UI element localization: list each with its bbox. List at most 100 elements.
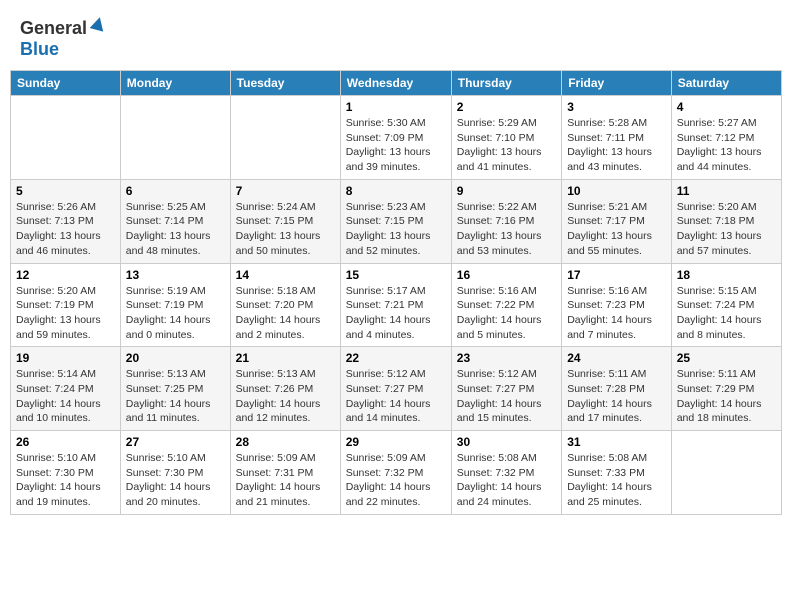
calendar-table: SundayMondayTuesdayWednesdayThursdayFrid…	[10, 70, 782, 515]
page-header: General Blue	[10, 10, 782, 70]
day-info: Sunrise: 5:10 AM Sunset: 7:30 PM Dayligh…	[126, 451, 225, 510]
day-info: Sunrise: 5:24 AM Sunset: 7:15 PM Dayligh…	[236, 200, 335, 259]
day-info: Sunrise: 5:20 AM Sunset: 7:19 PM Dayligh…	[16, 284, 115, 343]
logo-triangle-icon	[90, 16, 106, 37]
day-number: 28	[236, 435, 335, 449]
day-info: Sunrise: 5:22 AM Sunset: 7:16 PM Dayligh…	[457, 200, 556, 259]
day-info: Sunrise: 5:13 AM Sunset: 7:25 PM Dayligh…	[126, 367, 225, 426]
calendar-week-row: 26 Sunrise: 5:10 AM Sunset: 7:30 PM Dayli…	[11, 431, 782, 515]
calendar-cell: 1 Sunrise: 5:30 AM Sunset: 7:09 PM Daylig…	[340, 96, 451, 180]
day-number: 4	[677, 100, 776, 114]
logo-general-text: General	[20, 18, 87, 39]
day-info: Sunrise: 5:08 AM Sunset: 7:32 PM Dayligh…	[457, 451, 556, 510]
calendar-week-row: 5Sunrise: 5:26 AM Sunset: 7:13 PM Daylig…	[11, 179, 782, 263]
calendar-cell: 22 Sunrise: 5:12 AM Sunset: 7:27 PM Dayli…	[340, 347, 451, 431]
day-number: 16	[457, 268, 556, 282]
day-number: 10	[567, 184, 666, 198]
day-info: Sunrise: 5:14 AM Sunset: 7:24 PM Dayligh…	[16, 367, 115, 426]
day-number: 15	[346, 268, 446, 282]
day-number: 27	[126, 435, 225, 449]
day-number: 21	[236, 351, 335, 365]
day-header-wednesday: Wednesday	[340, 71, 451, 96]
day-number: 12	[16, 268, 115, 282]
calendar-cell: 13 Sunrise: 5:19 AM Sunset: 7:19 PM Dayli…	[120, 263, 230, 347]
day-info: Sunrise: 5:20 AM Sunset: 7:18 PM Dayligh…	[677, 200, 776, 259]
calendar-cell: 26 Sunrise: 5:10 AM Sunset: 7:30 PM Dayli…	[11, 431, 121, 515]
calendar-cell: 28 Sunrise: 5:09 AM Sunset: 7:31 PM Dayli…	[230, 431, 340, 515]
calendar-cell: 20 Sunrise: 5:13 AM Sunset: 7:25 PM Dayli…	[120, 347, 230, 431]
day-number: 20	[126, 351, 225, 365]
day-info: Sunrise: 5:09 AM Sunset: 7:31 PM Dayligh…	[236, 451, 335, 510]
calendar-cell: 15 Sunrise: 5:17 AM Sunset: 7:21 PM Dayli…	[340, 263, 451, 347]
calendar-cell: 23 Sunrise: 5:12 AM Sunset: 7:27 PM Dayli…	[451, 347, 561, 431]
day-info: Sunrise: 5:16 AM Sunset: 7:23 PM Dayligh…	[567, 284, 666, 343]
day-info: Sunrise: 5:27 AM Sunset: 7:12 PM Dayligh…	[677, 116, 776, 175]
calendar-cell: 25 Sunrise: 5:11 AM Sunset: 7:29 PM Dayli…	[671, 347, 781, 431]
day-header-thursday: Thursday	[451, 71, 561, 96]
day-header-monday: Monday	[120, 71, 230, 96]
calendar-cell: 14 Sunrise: 5:18 AM Sunset: 7:20 PM Dayli…	[230, 263, 340, 347]
day-info: Sunrise: 5:25 AM Sunset: 7:14 PM Dayligh…	[126, 200, 225, 259]
day-number: 30	[457, 435, 556, 449]
day-header-sunday: Sunday	[11, 71, 121, 96]
day-number: 1	[346, 100, 446, 114]
day-number: 18	[677, 268, 776, 282]
day-header-saturday: Saturday	[671, 71, 781, 96]
calendar-cell	[671, 431, 781, 515]
calendar-cell: 18Sunrise: 5:15 AM Sunset: 7:24 PM Dayli…	[671, 263, 781, 347]
day-number: 17	[567, 268, 666, 282]
calendar-cell: 19 Sunrise: 5:14 AM Sunset: 7:24 PM Dayli…	[11, 347, 121, 431]
day-number: 25	[677, 351, 776, 365]
calendar-cell	[230, 96, 340, 180]
calendar-cell: 31Sunrise: 5:08 AM Sunset: 7:33 PM Dayli…	[562, 431, 672, 515]
day-info: Sunrise: 5:28 AM Sunset: 7:11 PM Dayligh…	[567, 116, 666, 175]
day-header-tuesday: Tuesday	[230, 71, 340, 96]
day-number: 23	[457, 351, 556, 365]
calendar-cell	[11, 96, 121, 180]
calendar-cell: 29 Sunrise: 5:09 AM Sunset: 7:32 PM Dayli…	[340, 431, 451, 515]
day-info: Sunrise: 5:23 AM Sunset: 7:15 PM Dayligh…	[346, 200, 446, 259]
calendar-cell: 12 Sunrise: 5:20 AM Sunset: 7:19 PM Dayli…	[11, 263, 121, 347]
day-number: 13	[126, 268, 225, 282]
calendar-cell: 11 Sunrise: 5:20 AM Sunset: 7:18 PM Dayli…	[671, 179, 781, 263]
day-number: 19	[16, 351, 115, 365]
calendar-cell: 24Sunrise: 5:11 AM Sunset: 7:28 PM Dayli…	[562, 347, 672, 431]
day-number: 2	[457, 100, 556, 114]
day-info: Sunrise: 5:12 AM Sunset: 7:27 PM Dayligh…	[346, 367, 446, 426]
calendar-cell: 17 Sunrise: 5:16 AM Sunset: 7:23 PM Dayli…	[562, 263, 672, 347]
day-info: Sunrise: 5:18 AM Sunset: 7:20 PM Dayligh…	[236, 284, 335, 343]
day-number: 11	[677, 184, 776, 198]
day-header-friday: Friday	[562, 71, 672, 96]
calendar-cell: 3 Sunrise: 5:28 AM Sunset: 7:11 PM Daylig…	[562, 96, 672, 180]
day-info: Sunrise: 5:08 AM Sunset: 7:33 PM Dayligh…	[567, 451, 666, 510]
calendar-cell: 9Sunrise: 5:22 AM Sunset: 7:16 PM Daylig…	[451, 179, 561, 263]
calendar-cell: 4 Sunrise: 5:27 AM Sunset: 7:12 PM Daylig…	[671, 96, 781, 180]
day-info: Sunrise: 5:17 AM Sunset: 7:21 PM Dayligh…	[346, 284, 446, 343]
day-number: 26	[16, 435, 115, 449]
calendar-cell	[120, 96, 230, 180]
day-info: Sunrise: 5:13 AM Sunset: 7:26 PM Dayligh…	[236, 367, 335, 426]
day-info: Sunrise: 5:12 AM Sunset: 7:27 PM Dayligh…	[457, 367, 556, 426]
day-info: Sunrise: 5:11 AM Sunset: 7:29 PM Dayligh…	[677, 367, 776, 426]
day-info: Sunrise: 5:21 AM Sunset: 7:17 PM Dayligh…	[567, 200, 666, 259]
calendar-cell: 10 Sunrise: 5:21 AM Sunset: 7:17 PM Dayli…	[562, 179, 672, 263]
calendar-cell: 5Sunrise: 5:26 AM Sunset: 7:13 PM Daylig…	[11, 179, 121, 263]
day-number: 8	[346, 184, 446, 198]
day-number: 3	[567, 100, 666, 114]
calendar-week-row: 1 Sunrise: 5:30 AM Sunset: 7:09 PM Daylig…	[11, 96, 782, 180]
logo-blue-text: Blue	[20, 39, 59, 60]
day-number: 14	[236, 268, 335, 282]
day-number: 22	[346, 351, 446, 365]
day-info: Sunrise: 5:19 AM Sunset: 7:19 PM Dayligh…	[126, 284, 225, 343]
calendar-cell: 30 Sunrise: 5:08 AM Sunset: 7:32 PM Dayli…	[451, 431, 561, 515]
day-info: Sunrise: 5:11 AM Sunset: 7:28 PM Dayligh…	[567, 367, 666, 426]
calendar-cell: 6Sunrise: 5:25 AM Sunset: 7:14 PM Daylig…	[120, 179, 230, 263]
day-info: Sunrise: 5:10 AM Sunset: 7:30 PM Dayligh…	[16, 451, 115, 510]
day-info: Sunrise: 5:09 AM Sunset: 7:32 PM Dayligh…	[346, 451, 446, 510]
day-info: Sunrise: 5:16 AM Sunset: 7:22 PM Dayligh…	[457, 284, 556, 343]
day-number: 29	[346, 435, 446, 449]
day-info: Sunrise: 5:30 AM Sunset: 7:09 PM Dayligh…	[346, 116, 446, 175]
calendar-header-row: SundayMondayTuesdayWednesdayThursdayFrid…	[11, 71, 782, 96]
calendar-cell: 27 Sunrise: 5:10 AM Sunset: 7:30 PM Dayli…	[120, 431, 230, 515]
calendar-week-row: 12 Sunrise: 5:20 AM Sunset: 7:19 PM Dayli…	[11, 263, 782, 347]
